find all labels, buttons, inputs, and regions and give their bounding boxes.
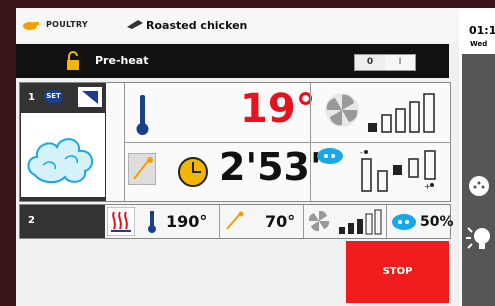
step-2-humidity[interactable]: 50% bbox=[420, 214, 454, 230]
fan-icon bbox=[308, 210, 330, 232]
header: POULTRY Roasted chicken bbox=[16, 8, 459, 42]
step-2-number: 2 bbox=[28, 215, 35, 226]
side-panel: 01:1 Wed bbox=[459, 8, 495, 306]
timer-icon[interactable] bbox=[176, 155, 210, 189]
weekday: Wed bbox=[470, 40, 488, 48]
roast-icon bbox=[127, 20, 143, 29]
fan-icon bbox=[325, 93, 359, 127]
cleaning-icon[interactable] bbox=[465, 172, 493, 202]
step-2-temperature[interactable]: 190° bbox=[166, 212, 207, 231]
oven-screen: POULTRY Roasted chicken Pre-heat 0 I 1 S… bbox=[16, 8, 459, 306]
toggle-off[interactable]: 0 bbox=[355, 55, 385, 70]
fan-speed-bars-icon[interactable] bbox=[366, 91, 442, 133]
steam-mode-box[interactable] bbox=[21, 113, 105, 197]
step-1[interactable]: 1 SET 19° 2'53" - + bbox=[19, 82, 451, 202]
step-1-time[interactable]: 2'53" bbox=[219, 147, 330, 187]
step-2-probe-temp[interactable]: 70° bbox=[265, 212, 295, 231]
category-label: POULTRY bbox=[46, 20, 89, 29]
probe-icon[interactable] bbox=[128, 153, 156, 185]
mode-icon[interactable] bbox=[78, 87, 102, 107]
poultry-icon bbox=[23, 22, 39, 30]
divider bbox=[303, 205, 304, 238]
stop-button[interactable]: STOP bbox=[346, 241, 449, 303]
step-1-temperature[interactable]: 19° bbox=[240, 89, 316, 129]
step-1-number: 1 bbox=[28, 92, 35, 103]
preheat-label: Pre-heat bbox=[95, 54, 149, 67]
humidity-bars-icon[interactable]: - + bbox=[356, 147, 444, 197]
preheat-bar[interactable]: Pre-heat 0 I bbox=[16, 44, 449, 78]
side-gray-panel bbox=[462, 54, 495, 306]
oven-frame: POULTRY Roasted chicken Pre-heat 0 I 1 S… bbox=[0, 0, 495, 306]
set-badge[interactable]: SET bbox=[44, 90, 63, 103]
clock: 01:1 bbox=[469, 24, 495, 37]
fan-speed-bars-icon bbox=[339, 209, 382, 235]
thermometer-icon bbox=[136, 95, 149, 135]
svg-text:-: - bbox=[360, 148, 363, 157]
step-2-side: 2 bbox=[20, 205, 105, 238]
toggle-on[interactable]: I bbox=[385, 55, 415, 70]
heat-wave-icon bbox=[107, 207, 135, 236]
humidity-icon bbox=[317, 148, 343, 164]
probe-icon bbox=[226, 211, 244, 230]
svg-text:+: + bbox=[424, 182, 431, 191]
divider bbox=[124, 142, 450, 143]
steam-cloud-icon bbox=[27, 138, 94, 183]
step-2[interactable]: 2 190° 70° 50% bbox=[19, 204, 454, 239]
lock-icon bbox=[67, 51, 79, 70]
divider bbox=[219, 205, 220, 238]
preheat-toggle[interactable]: 0 I bbox=[354, 54, 416, 71]
light-bulb-icon[interactable] bbox=[464, 222, 494, 254]
recipe-name: Roasted chicken bbox=[146, 19, 248, 32]
step-1-side: 1 SET bbox=[20, 83, 106, 201]
thermometer-icon bbox=[148, 211, 156, 233]
divider bbox=[386, 205, 387, 238]
humidity-icon bbox=[392, 214, 416, 230]
